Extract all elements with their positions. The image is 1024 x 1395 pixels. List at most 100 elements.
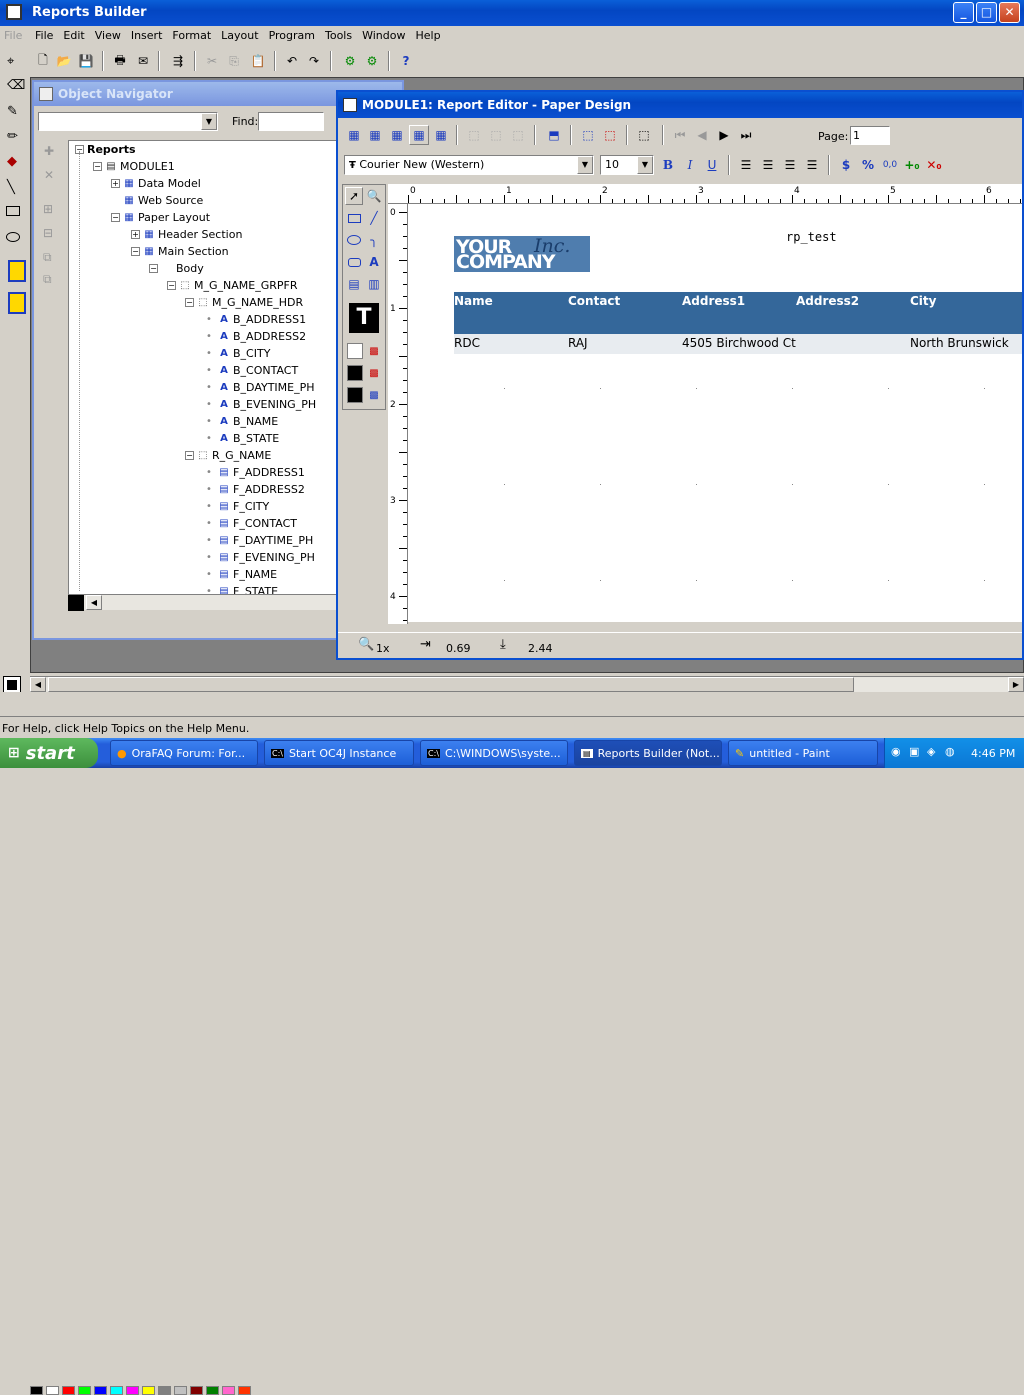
collapse-all-icon[interactable]: ⊟ — [43, 226, 53, 240]
volume-icon[interactable]: ◈ — [927, 745, 935, 758]
minimize-button[interactable]: _ — [953, 2, 974, 23]
color-swatch[interactable] — [78, 1386, 91, 1395]
magnify-icon[interactable]: 🔍 — [365, 187, 383, 205]
color-swatch[interactable] — [62, 1386, 75, 1395]
color-swatch[interactable] — [206, 1386, 219, 1395]
pencil-icon[interactable]: ✏ — [7, 129, 18, 144]
collapse-icon[interactable]: ✕ — [44, 168, 54, 182]
menu-program[interactable]: Program — [264, 26, 320, 46]
tree-node[interactable]: − ▤ MODULE1 — [93, 158, 175, 175]
new-icon[interactable]: 🗋 — [33, 51, 53, 71]
text-format-icon[interactable]: T — [349, 303, 379, 333]
italic-icon[interactable]: I — [680, 155, 700, 175]
font-select[interactable]: Ŧ Courier New (Western) ▼ — [344, 155, 594, 175]
delete-icon[interactable]: ⧉ — [43, 272, 52, 287]
tree-node[interactable]: − ▦ Main Section — [131, 243, 229, 260]
tree-node[interactable]: − Body — [149, 260, 204, 277]
justify-icon[interactable]: ☰ — [802, 155, 822, 175]
tree-node[interactable]: • A B_DAYTIME_PH — [203, 379, 314, 396]
expand-node-icon[interactable]: + — [111, 179, 120, 188]
color-swatch[interactable] — [94, 1386, 107, 1395]
first-page-icon[interactable]: ⏮ — [670, 125, 690, 145]
tree-node[interactable]: • ▤ F_ADDRESS2 — [203, 481, 305, 498]
task-reports-builder[interactable]: ▤ Reports Builder (Not... — [574, 740, 722, 766]
start-button[interactable]: ⊞ start — [0, 738, 98, 768]
rectangle-tool-icon[interactable] — [345, 209, 363, 227]
collapse-node-icon[interactable]: + — [131, 230, 140, 239]
fill-color-icon[interactable]: ▩ — [365, 342, 383, 360]
tree-node[interactable]: • A B_EVENING_PH — [203, 396, 316, 413]
color-swatch[interactable] — [46, 1386, 59, 1395]
ellipse-icon[interactable] — [6, 232, 20, 242]
tree-node[interactable]: − ⬚ M_G_NAME_GRPFR — [167, 277, 297, 294]
bring-forward-icon[interactable]: ⬚ — [464, 125, 484, 145]
menu-format[interactable]: Format — [167, 26, 216, 46]
commas-icon[interactable]: 0,0 — [880, 155, 900, 175]
currency-icon[interactable]: $ — [836, 155, 856, 175]
paper-canvas[interactable]: YOUR Inc. COMPANY rp_test Name Contact Add… — [408, 204, 1022, 622]
expand-all-icon[interactable]: ⊞ — [43, 202, 53, 216]
tree-node[interactable]: • ▤ F_DAYTIME_PH — [203, 532, 313, 549]
task-firefox[interactable]: ● OraFAQ Forum: For... — [110, 740, 258, 766]
mdi-scroll-left-icon[interactable]: ◀ — [30, 677, 46, 692]
arc-tool-icon[interactable]: ╮ — [365, 231, 383, 249]
align-icon[interactable]: ⬚ — [486, 125, 506, 145]
menu-file[interactable]: File — [30, 26, 58, 46]
confine-icon[interactable]: ⬚ — [600, 125, 620, 145]
field-tool-icon[interactable]: ▤ — [345, 275, 363, 293]
group-icon[interactable]: ⬚ — [508, 125, 528, 145]
color-swatch[interactable] — [142, 1386, 155, 1395]
color-swatch[interactable] — [30, 1386, 43, 1395]
tree-node[interactable]: • ▤ F_NAME — [203, 566, 277, 583]
remove-decimal-icon[interactable]: ✕₀ — [924, 155, 944, 175]
ellipse-tool-icon[interactable] — [345, 231, 363, 249]
tree-node[interactable]: − Reports — [75, 141, 136, 158]
collapse-node-icon[interactable]: − — [111, 213, 120, 222]
paper-layout-view-icon[interactable]: ▦ — [387, 125, 407, 145]
tree-node[interactable]: • ▤ F_ADDRESS1 — [203, 464, 305, 481]
undo-icon[interactable]: ↶ — [282, 51, 302, 71]
tree-node[interactable]: ▦ Web Source — [111, 192, 203, 209]
web-source-view-icon[interactable]: ▦ — [365, 125, 385, 145]
menu-edit[interactable]: Edit — [58, 26, 89, 46]
collapse-node-icon[interactable]: − — [131, 247, 140, 256]
tray-icon[interactable]: ◉ — [891, 745, 901, 758]
tree-node[interactable]: • A B_NAME — [203, 413, 278, 430]
line-color-icon[interactable]: ▩ — [365, 364, 383, 382]
menu-help[interactable]: Help — [410, 26, 445, 46]
menu-layout[interactable]: Layout — [216, 26, 263, 46]
task-cmd[interactable]: C:\ C:\WINDOWS\syste... — [420, 740, 568, 766]
debug-icon[interactable]: ⚙ — [362, 51, 382, 71]
tree-node[interactable]: • ▤ F_CONTACT — [203, 515, 297, 532]
save-icon[interactable]: 💾 — [76, 51, 96, 71]
scroll-left-icon[interactable]: ◀ — [86, 595, 102, 610]
next-page-icon[interactable]: ▶ — [714, 125, 734, 145]
paste-icon[interactable]: 📋 — [248, 51, 268, 71]
underline-icon[interactable]: U — [702, 155, 722, 175]
align-right-icon[interactable]: ☰ — [780, 155, 800, 175]
text-tool-icon[interactable]: A — [365, 253, 383, 271]
close-button[interactable]: ✕ — [999, 2, 1020, 23]
text-color-icon[interactable]: ▩ — [365, 386, 383, 404]
collapse-node-icon[interactable]: − — [167, 281, 176, 290]
fill-icon[interactable]: ◆ — [7, 154, 17, 169]
copy-icon[interactable]: ⎘ — [224, 51, 244, 71]
tree-node[interactable]: • ▤ F_CITY — [203, 498, 269, 515]
network-icon[interactable]: ▣ — [909, 745, 919, 758]
tree-node[interactable]: • A B_ADDRESS1 — [203, 311, 306, 328]
tree-node[interactable]: + ▦ Data Model — [111, 175, 201, 192]
color-swatch[interactable] — [158, 1386, 171, 1395]
mdi-scroll-thumb[interactable] — [48, 677, 854, 692]
cut-icon[interactable]: ✂ — [202, 51, 222, 71]
prev-page-icon[interactable]: ◀ — [692, 125, 712, 145]
report-icon-2[interactable] — [8, 292, 26, 314]
paper-design-view-icon[interactable]: ▦ — [409, 125, 429, 145]
maximize-button[interactable]: □ — [976, 2, 997, 23]
line-icon[interactable]: ╲ — [7, 180, 15, 195]
redo-icon[interactable]: ↷ — [304, 51, 324, 71]
clock[interactable]: 4:46 PM — [971, 747, 1015, 760]
help-icon[interactable]: ? — [396, 51, 416, 71]
task-oc4j[interactable]: C:\ Start OC4J Instance — [264, 740, 414, 766]
collapse-node-icon[interactable]: − — [185, 451, 194, 460]
rect-icon[interactable] — [6, 206, 20, 216]
